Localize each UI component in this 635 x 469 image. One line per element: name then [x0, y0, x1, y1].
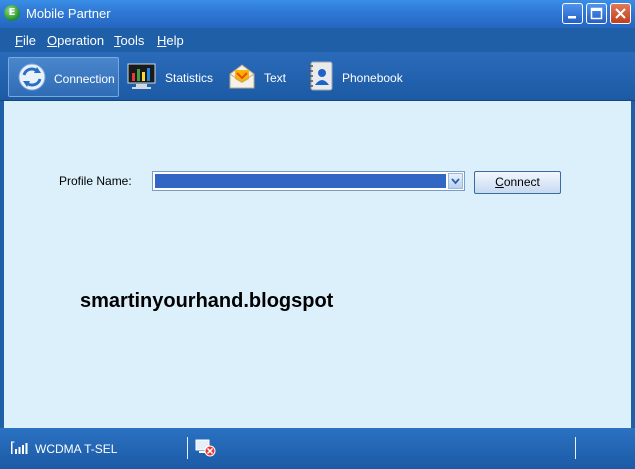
menu-operation-mnemonic: O — [47, 33, 58, 48]
menu-file-label: ile — [22, 33, 36, 48]
connection-panel: Profile Name: Connect smartinyourhand.bl… — [4, 101, 631, 428]
status-bar: WCDMA T-SEL — [0, 428, 635, 469]
chevron-down-icon — [451, 178, 460, 185]
title-bar[interactable]: E Mobile Partner — [0, 0, 635, 28]
tool-statistics[interactable]: Statistics — [124, 57, 219, 97]
menu-tools[interactable]: Tools — [114, 33, 144, 48]
connect-button[interactable]: Connect — [474, 171, 561, 194]
app-window: E Mobile Partner File Operation Tools He… — [0, 0, 635, 469]
maximize-icon — [590, 7, 603, 20]
menu-help-mnemonic: H — [157, 33, 167, 48]
statistics-icon — [127, 63, 156, 89]
menu-operation[interactable]: Operation — [47, 33, 104, 48]
menu-file-mnemonic: F — [15, 33, 23, 48]
profile-name-label: Profile Name: — [59, 174, 132, 188]
tool-text-label: Text — [264, 71, 287, 85]
minimize-icon — [568, 16, 576, 19]
menu-file[interactable]: File — [15, 33, 36, 48]
toolbar: Connection Statistics Text Phonebook — [0, 52, 635, 101]
menu-help-label: elp — [166, 33, 184, 48]
window-title: Mobile Partner — [26, 6, 111, 21]
tool-phonebook-label: Phonebook — [342, 71, 403, 85]
close-icon — [615, 8, 626, 19]
status-separator — [187, 437, 188, 459]
phonebook-icon — [309, 61, 333, 91]
menu-help[interactable]: Help — [157, 33, 184, 48]
maximize-button[interactable] — [586, 3, 607, 24]
signal-bars-icon — [11, 441, 28, 454]
watermark-text: smartinyourhand.blogspot — [80, 290, 334, 312]
menu-tools-label: ools — [120, 33, 145, 48]
tool-phonebook[interactable]: Phonebook — [303, 57, 413, 97]
dropdown-button[interactable] — [448, 173, 463, 189]
app-logo-icon: E — [4, 5, 20, 21]
close-button[interactable] — [610, 3, 631, 24]
tool-connection[interactable]: Connection — [8, 57, 119, 97]
profile-name-value — [155, 174, 446, 188]
menu-bar: File Operation Tools Help — [0, 28, 635, 52]
connect-label: onnect — [503, 175, 540, 189]
connect-mnemonic: C — [495, 175, 504, 189]
profile-name-dropdown[interactable] — [152, 171, 465, 191]
menu-operation-label: peration — [57, 33, 105, 48]
tool-statistics-label: Statistics — [165, 71, 214, 85]
minimize-button[interactable] — [562, 3, 583, 24]
network-status: WCDMA T-SEL — [35, 442, 118, 456]
envelope-icon — [229, 64, 255, 89]
tool-connection-label: Connection — [54, 72, 115, 86]
disconnected-icon[interactable] — [195, 439, 217, 457]
status-separator-right — [575, 437, 576, 459]
connection-icon — [18, 63, 46, 91]
tool-text[interactable]: Text — [224, 57, 294, 97]
